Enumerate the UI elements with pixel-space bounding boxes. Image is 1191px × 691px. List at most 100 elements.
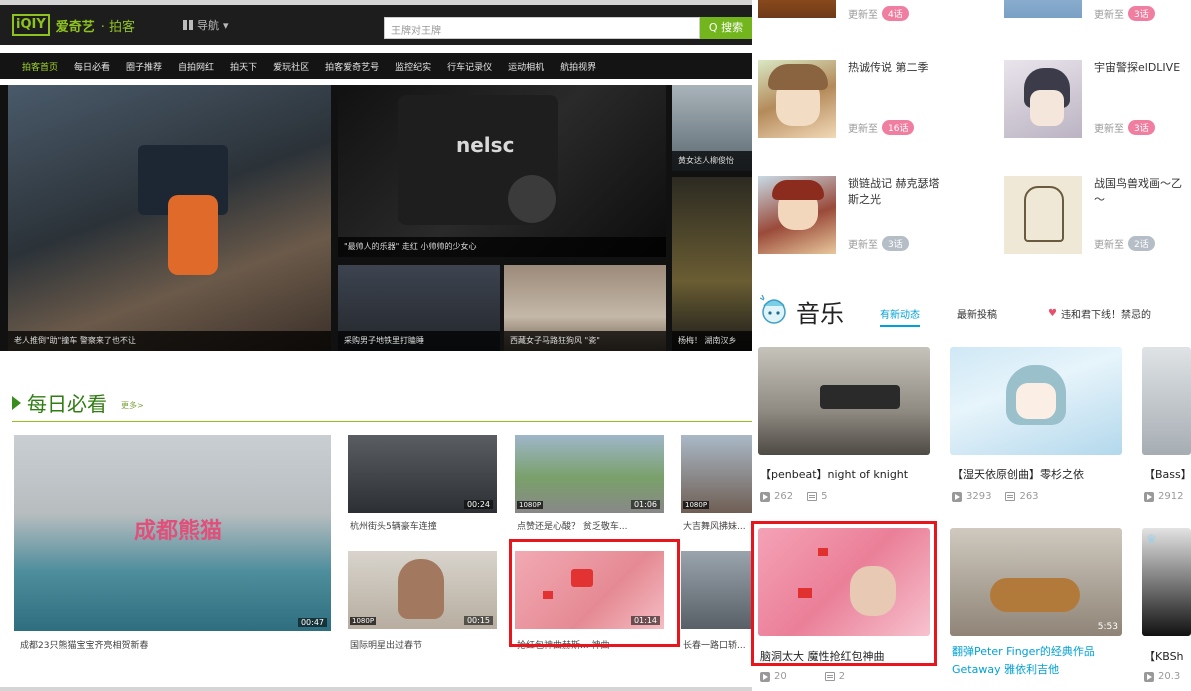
hero-tile-main[interactable]: 老人推倒"助"撞车 警察来了也不让 — [8, 85, 331, 351]
danmaku-count-value: 263 — [1019, 491, 1039, 502]
danmaku-icon — [807, 492, 818, 501]
play-count: 20 — [760, 671, 787, 682]
music-video-title[interactable]: 【KBSh — [1144, 648, 1191, 664]
play-icon — [1144, 491, 1154, 502]
music-video-title[interactable]: 【penbeat】night of knight — [760, 466, 930, 482]
danmaku-count: 5 — [807, 491, 827, 502]
hero-tile-2[interactable]: nelsc "最帅人的乐器" 走红 小帅帅的少女心 — [338, 85, 666, 257]
nav-item[interactable]: 运动相机 — [500, 60, 552, 73]
video-thumb[interactable]: 00:24 — [348, 435, 497, 513]
anime-cover[interactable] — [1004, 0, 1082, 18]
play-count-value: 3293 — [966, 491, 992, 502]
hero-image-instrument — [508, 175, 556, 223]
music-section-header: 音乐 有新动态 最新投稿 ♥ 违和君下线！禁忌的 — [752, 290, 1191, 330]
iqiyi-logo[interactable]: iQIY 爱奇艺 · 拍客 — [12, 13, 135, 37]
anime-title[interactable]: 锁链战记 赫克瑟塔斯之光 — [848, 176, 948, 208]
anime-cover[interactable] — [758, 0, 836, 18]
episode-badge: 3话 — [1128, 120, 1155, 135]
music-video-thumb[interactable] — [950, 347, 1122, 455]
play-count: 2912 — [1144, 491, 1183, 502]
hero-image-person — [168, 195, 218, 275]
nav-item[interactable]: 拍客首页 — [14, 60, 66, 73]
video-stats: 20.3 — [1144, 671, 1180, 682]
nav-item[interactable]: 每日必看 — [66, 60, 118, 73]
nav-item[interactable]: 航拍视界 — [552, 60, 604, 73]
music-notice[interactable]: ♥ 违和君下线！禁忌的 — [1048, 306, 1151, 321]
tab-new-activity[interactable]: 有新动态 — [880, 306, 920, 327]
play-count: 3293 — [952, 491, 991, 502]
anime-title[interactable]: 宇宙警探elDLIVE — [1094, 60, 1191, 76]
music-video-title[interactable]: 【Bass】 — [1144, 466, 1191, 482]
hero-caption: 杨梅！ 湖南汉乡 — [672, 331, 752, 351]
play-count-value: 262 — [774, 491, 794, 502]
play-icon — [1144, 671, 1154, 682]
search-input[interactable]: 王牌对王牌 — [384, 17, 700, 39]
nav-item[interactable]: 拍天下 — [222, 60, 265, 73]
hero-caption: 黄女达人柳俊怡 — [672, 151, 752, 171]
thumb-hand — [820, 385, 900, 409]
video-title[interactable]: 大吉舞风拂妹... — [683, 519, 752, 532]
daily-must-watch-header: 每日必看 更多> — [12, 388, 144, 417]
update-status: 更新至 3话 — [1094, 120, 1155, 135]
cover-hair — [768, 64, 828, 90]
update-status: 更新至 2话 — [1094, 236, 1155, 251]
hd-badge: 1080P — [517, 501, 544, 509]
video-title[interactable]: 国际明星出过春节 — [350, 638, 497, 651]
update-prefix: 更新至 — [1094, 240, 1124, 251]
video-thumb[interactable] — [681, 551, 752, 629]
nav-item[interactable]: 爱玩社区 — [265, 60, 317, 73]
nav-menu-label: 导航 — [197, 19, 219, 32]
hero-tile-5[interactable]: 黄女达人柳俊怡 — [672, 85, 752, 171]
screenshot-composite: iQIY 爱奇艺 · 拍客 导航 ▾ 王牌对王牌 Q 搜索 拍客首页 每日必看 … — [0, 0, 1191, 691]
video-duration: 00:24 — [463, 500, 493, 509]
hero-image-text: nelsc — [456, 133, 515, 157]
channel-nav: 拍客首页 每日必看 圈子推荐 自拍网红 拍天下 爱玩社区 拍客爱奇艺号 监控纪实… — [0, 53, 752, 79]
nav-menu-button[interactable]: 导航 ▾ — [183, 17, 229, 33]
section-more-link[interactable]: 更多> — [121, 400, 144, 411]
hero-banner: 老人推倒"助"撞车 警察来了也不让 nelsc "最帅人的乐器" 走红 小帅帅的… — [0, 85, 752, 351]
anime-cover[interactable] — [1004, 176, 1082, 254]
anime-title[interactable]: 战国鸟兽戏画～乙～ — [1094, 176, 1191, 208]
anime-title[interactable]: 热诚传说 第二季 — [848, 60, 958, 76]
music-video-thumb[interactable]: 5:53 — [950, 528, 1122, 636]
video-thumb[interactable]: 00:15 1080P — [348, 551, 497, 629]
video-stats: 2912 — [1144, 491, 1183, 502]
video-duration: 00:15 — [463, 616, 493, 625]
hero-caption: 西藏女子马路狂狗风 "瓷" — [504, 331, 666, 351]
search-button[interactable]: Q 搜索 — [700, 17, 752, 39]
hero-tile-6[interactable]: 杨梅！ 湖南汉乡 — [672, 177, 752, 351]
nav-item[interactable]: 监控纪实 — [387, 60, 439, 73]
hero-tile-4[interactable]: 西藏女子马路狂狗风 "瓷" — [504, 265, 666, 351]
thumb-face — [398, 559, 444, 619]
thumb-character-face — [1016, 383, 1056, 419]
music-video-title[interactable]: 【湿天依原创曲】零杉之依 — [952, 466, 1122, 482]
logo-text: 爱奇艺 — [55, 19, 95, 35]
music-video-title[interactable]: 翻弹Peter Finger的经典作品Getaway 雅依利吉他 — [952, 643, 1124, 679]
music-channel-icon — [759, 294, 786, 324]
music-video-thumb[interactable] — [1142, 347, 1191, 455]
anime-cover[interactable] — [758, 60, 836, 138]
anime-cover[interactable] — [758, 176, 836, 254]
video-thumb[interactable]: 成都熊猫 00:47 — [14, 435, 331, 631]
crown-icon: ♛ — [1146, 532, 1157, 546]
episode-badge: 3话 — [1128, 6, 1155, 21]
anime-cover[interactable] — [1004, 60, 1082, 138]
nav-item[interactable]: 圈子推荐 — [118, 60, 170, 73]
video-title[interactable]: 杭州街头5辆豪车连撞 — [350, 519, 497, 532]
nav-item[interactable]: 拍客爱奇艺号 — [317, 60, 387, 73]
music-video-thumb[interactable] — [758, 347, 930, 455]
music-video-thumb[interactable]: ♛ — [1142, 528, 1191, 636]
video-title[interactable]: 长春一路口轿... — [683, 638, 752, 651]
video-thumb[interactable]: 01:06 1080P — [515, 435, 664, 513]
video-stats: 3293 263 — [952, 491, 1039, 502]
tab-latest-uploads[interactable]: 最新投稿 — [957, 306, 997, 321]
hero-tile-3[interactable]: 采购男子地铁里打瞌睡 — [338, 265, 500, 351]
episode-badge: 16话 — [882, 120, 915, 135]
video-title[interactable]: 成都23只熊猫宝宝齐亮相贺新春 — [20, 638, 325, 651]
section-divider — [12, 421, 752, 422]
video-title[interactable]: 点赞还是心酸？ 贫乏敬车... — [517, 519, 664, 532]
nav-item[interactable]: 行车记录仪 — [439, 60, 500, 73]
flame-icon: ♥ — [1048, 308, 1057, 319]
video-thumb[interactable]: 1080P — [681, 435, 752, 513]
nav-item[interactable]: 自拍网红 — [170, 60, 222, 73]
